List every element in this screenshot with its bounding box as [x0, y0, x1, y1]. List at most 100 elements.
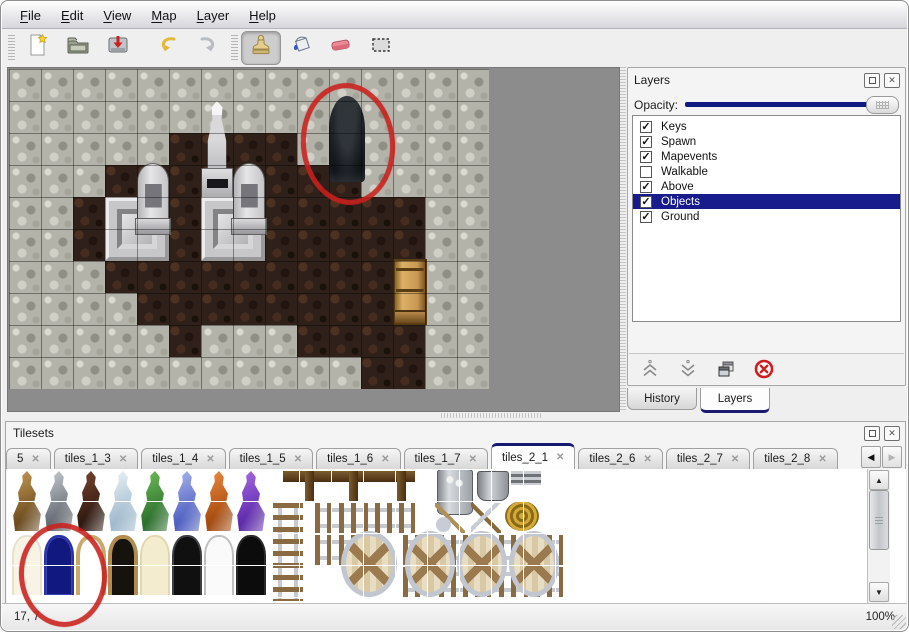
map-tile[interactable] [297, 261, 329, 293]
tileset-tile-rail-turntable[interactable] [457, 531, 507, 597]
map-tile[interactable] [425, 133, 457, 165]
tab-close-icon[interactable]: ✕ [206, 454, 214, 465]
layer-move-up-button[interactable] [639, 358, 661, 380]
map-tile[interactable] [201, 69, 233, 101]
map-tile[interactable] [233, 261, 265, 293]
tileset-scrollbar[interactable]: ▲ ▼ [867, 469, 890, 603]
stamp-tool-button[interactable] [241, 31, 281, 65]
map-tile[interactable] [425, 261, 457, 293]
map-tile[interactable] [265, 133, 297, 165]
map-tile[interactable] [73, 261, 105, 293]
float-panel-icon[interactable] [864, 73, 880, 88]
tileset-tile-crystal-maroon[interactable] [76, 471, 106, 531]
map-tile[interactable] [297, 197, 329, 229]
tileset-tile-doorway-black[interactable] [236, 535, 266, 595]
map-tile[interactable] [265, 357, 297, 389]
map-tile[interactable] [425, 197, 457, 229]
tileset-tile-doorway-white-framed[interactable] [76, 535, 106, 595]
map-tile[interactable] [265, 261, 297, 293]
close-panel-icon[interactable]: ✕ [884, 73, 900, 88]
map-tile[interactable] [457, 165, 489, 197]
map-tile[interactable] [457, 357, 489, 389]
map-tile[interactable] [425, 325, 457, 357]
map-tile[interactable] [457, 197, 489, 229]
toolbar-drag-handle[interactable] [8, 35, 15, 61]
map-tile[interactable] [329, 293, 361, 325]
tileset-tab-tiles_2_1[interactable]: tiles_2_1✕ [491, 443, 575, 469]
map-tile[interactable] [9, 165, 41, 197]
map-tile[interactable] [9, 197, 41, 229]
map-tile[interactable] [457, 325, 489, 357]
map-tile[interactable] [265, 69, 297, 101]
tab-close-icon[interactable]: ✕ [469, 454, 477, 465]
tab-close-icon[interactable]: ✕ [731, 454, 739, 465]
map-tile[interactable] [425, 229, 457, 261]
map-tile[interactable] [361, 69, 393, 101]
map-tile[interactable] [201, 325, 233, 357]
scroll-tabs-left-icon[interactable]: ◀ [861, 446, 881, 468]
map-tile[interactable] [169, 357, 201, 389]
tileset-tab-tiles_2_7[interactable]: tiles_2_7✕ [666, 448, 750, 469]
tab-close-icon[interactable]: ✕ [119, 454, 127, 465]
map-tile[interactable] [41, 325, 73, 357]
map-tile[interactable] [137, 101, 169, 133]
map-tile[interactable] [105, 357, 137, 389]
toolbar-drag-handle[interactable] [231, 35, 238, 61]
map-tile[interactable] [329, 261, 361, 293]
layer-visibility-checkbox[interactable]: ✓ [640, 196, 652, 208]
tileset-tile-rail-turntable[interactable] [509, 531, 559, 597]
tileset-tile-bucket[interactable] [477, 471, 509, 501]
map-tile[interactable] [393, 69, 425, 101]
tombstone[interactable] [135, 163, 171, 235]
map-tile[interactable] [41, 101, 73, 133]
tileset-tile-crystal-gold[interactable] [12, 471, 42, 531]
tileset-tab-tiles_1_7[interactable]: tiles_1_7✕ [404, 448, 488, 469]
map-tile[interactable] [169, 229, 201, 261]
map-tile[interactable] [393, 133, 425, 165]
select-tool-button[interactable] [361, 31, 401, 65]
map-tile[interactable] [297, 101, 329, 133]
layer-delete-button[interactable] [753, 358, 775, 380]
tab-close-icon[interactable]: ✕ [381, 454, 389, 465]
close-panel-icon[interactable]: ✕ [884, 426, 900, 441]
map-tile[interactable] [361, 325, 393, 357]
layer-row-spawn[interactable]: ✓Spawn [633, 134, 900, 149]
float-panel-icon[interactable] [864, 426, 880, 441]
map-tile[interactable] [201, 261, 233, 293]
map-tile[interactable] [73, 293, 105, 325]
tab-close-icon[interactable]: ✕ [294, 454, 302, 465]
map-tile[interactable] [9, 229, 41, 261]
map-tile[interactable] [169, 261, 201, 293]
tileset-tab-tiles_1_6[interactable]: tiles_1_6✕ [316, 448, 400, 469]
opacity-slider[interactable] [685, 96, 899, 113]
scroll-up-icon[interactable]: ▲ [869, 470, 889, 490]
map-tile[interactable] [73, 69, 105, 101]
map-tile[interactable] [169, 197, 201, 229]
map-tile[interactable] [105, 325, 137, 357]
map-tile[interactable] [41, 69, 73, 101]
tab-close-icon[interactable]: ✕ [818, 454, 826, 465]
redo-button[interactable] [188, 31, 228, 65]
map-tile[interactable] [9, 357, 41, 389]
menu-file[interactable]: File [10, 5, 51, 26]
map-tile[interactable] [361, 165, 393, 197]
layer-visibility-checkbox[interactable] [640, 166, 652, 178]
map-tile[interactable] [169, 165, 201, 197]
tileset-tile-beam-post[interactable] [397, 471, 406, 501]
map-tile[interactable] [297, 69, 329, 101]
menu-help[interactable]: Help [239, 5, 286, 26]
cabinet[interactable] [393, 259, 427, 325]
layer-row-ground[interactable]: ✓Ground [633, 209, 900, 224]
map-tile[interactable] [425, 69, 457, 101]
statue[interactable] [199, 99, 235, 203]
map-tile[interactable] [41, 133, 73, 165]
map-canvas[interactable] [9, 69, 489, 389]
tab-layers[interactable]: Layers [700, 388, 770, 413]
map-tile[interactable] [137, 133, 169, 165]
layer-visibility-checkbox[interactable]: ✓ [640, 211, 652, 223]
scrollbar-thumb[interactable] [869, 490, 889, 550]
layer-duplicate-button[interactable] [715, 358, 737, 380]
tileset-tile-crystal-green[interactable] [140, 471, 170, 531]
layer-visibility-checkbox[interactable]: ✓ [640, 136, 652, 148]
map-tile[interactable] [169, 69, 201, 101]
